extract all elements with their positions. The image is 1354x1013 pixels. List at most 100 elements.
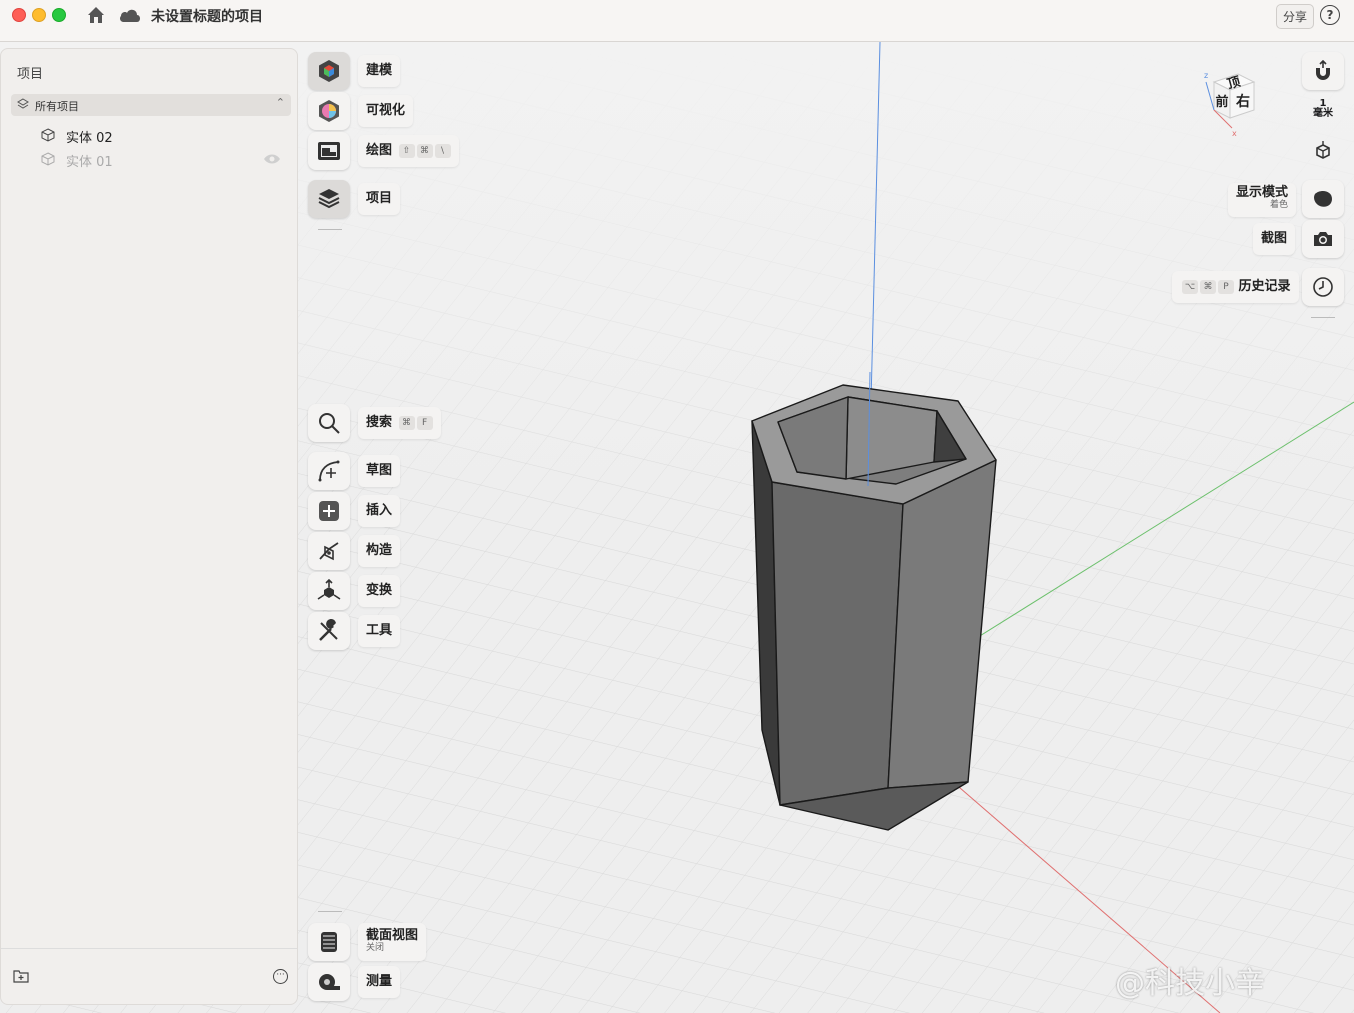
cube-icon <box>41 128 55 142</box>
tree-item-solid-01[interactable]: 实体 01 <box>39 149 289 170</box>
solid-model <box>751 384 997 831</box>
shortcut-key: \ <box>434 143 451 158</box>
measure-button[interactable] <box>308 963 350 1001</box>
share-button[interactable]: 分享 <box>1276 4 1315 29</box>
search-label-text: 搜索 <box>366 415 393 430</box>
visualize-button[interactable] <box>308 92 350 130</box>
display-mode-value: 着色 <box>1270 200 1289 210</box>
snap-button[interactable] <box>1302 52 1344 90</box>
sidebar-title: 项目 <box>17 67 44 82</box>
tree-item-label: 实体 02 <box>66 131 113 146</box>
tree-item-label: 实体 01 <box>66 155 113 170</box>
right-toolbar-divider <box>1311 317 1335 318</box>
tools-button[interactable] <box>308 612 350 650</box>
insert-button[interactable] <box>308 492 350 530</box>
view-cube[interactable]: 顶 前 右 z x <box>1196 68 1260 140</box>
toolbar-divider <box>318 229 342 230</box>
sidebar-divider <box>1 948 297 949</box>
shortcut-key: ⌥ <box>1182 279 1198 294</box>
sketch-button[interactable] <box>308 452 350 490</box>
project-sidebar: 项目 所有项目 ⌃ 实体 02 实体 01 ··· <box>0 48 298 1005</box>
modeling-icon <box>319 60 339 82</box>
history-label[interactable]: ⌥ ⌘ P 历史记录 <box>1172 271 1299 303</box>
toolbar-divider <box>318 911 342 912</box>
transform-icon <box>317 579 341 600</box>
drawing-icon <box>318 142 340 160</box>
visualize-icon <box>319 100 339 122</box>
sketch-label[interactable]: 草图 <box>358 455 401 487</box>
unit-display: 1 毫米 <box>1302 99 1344 119</box>
more-options-icon[interactable]: ··· <box>273 969 288 984</box>
view-orientation-button[interactable] <box>1302 132 1344 170</box>
scope-label: 所有项目 <box>35 100 79 113</box>
visualize-label[interactable]: 可视化 <box>358 95 414 127</box>
unit-name: 毫米 <box>1313 108 1333 119</box>
screenshot-button[interactable] <box>1302 220 1344 258</box>
sketch-icon <box>318 460 340 482</box>
section-view-button[interactable] <box>308 923 350 961</box>
scope-select[interactable]: 所有项目 ⌃ <box>11 94 291 116</box>
title-bar: 未设置标题的项目 分享 ? <box>0 0 1354 42</box>
magnet-icon <box>1316 60 1330 80</box>
unit-button[interactable]: 1 毫米 <box>1302 92 1344 130</box>
watermark: @科技小辛 <box>1115 966 1265 1001</box>
help-icon[interactable]: ? <box>1320 5 1340 25</box>
drawing-label[interactable]: 绘图 ⇧ ⌘ \ <box>358 135 459 167</box>
display-mode-button[interactable] <box>1302 180 1344 218</box>
maximize-window-button[interactable] <box>52 8 66 22</box>
transform-label[interactable]: 变换 <box>358 575 401 607</box>
cube-axis-icon <box>1316 141 1330 159</box>
add-folder-icon[interactable] <box>13 969 29 983</box>
construct-button[interactable] <box>308 532 350 570</box>
shortcut-key: ⌘ <box>416 143 433 158</box>
cloud-icon <box>120 9 140 22</box>
section-view-icon <box>321 932 337 952</box>
close-window-button[interactable] <box>12 8 26 22</box>
project-label[interactable]: 项目 <box>358 183 401 215</box>
shortcut-key: ⌘ <box>398 415 415 430</box>
section-view-label[interactable]: 截面视图 关闭 <box>358 923 427 961</box>
home-icon[interactable] <box>86 5 106 25</box>
construct-icon <box>319 542 339 561</box>
tools-label[interactable]: 工具 <box>358 615 401 647</box>
construct-label[interactable]: 构造 <box>358 535 401 567</box>
history-button[interactable] <box>1302 268 1344 306</box>
project-title[interactable]: 未设置标题的项目 <box>151 6 263 26</box>
drawing-button[interactable] <box>308 132 350 170</box>
svg-text:z: z <box>1204 71 1208 80</box>
section-view-state: 关闭 <box>366 943 385 953</box>
shaded-sphere-icon <box>1314 191 1332 207</box>
tape-measure-icon <box>319 974 340 990</box>
search-button[interactable] <box>308 404 350 442</box>
shortcut-key: ⇧ <box>398 143 415 158</box>
display-mode-text: 显示模式 <box>1236 185 1289 200</box>
eye-hidden-icon[interactable] <box>263 153 281 165</box>
tree-item-solid-02[interactable]: 实体 02 <box>39 125 289 146</box>
plus-square-icon <box>319 501 339 521</box>
chevron-updown-icon: ⌃ <box>275 96 285 109</box>
transform-button[interactable] <box>308 572 350 610</box>
search-icon <box>319 413 340 434</box>
project-button[interactable] <box>308 180 350 218</box>
search-label[interactable]: 搜索 ⌘ F <box>358 407 441 439</box>
shortcut-key: F <box>416 415 433 430</box>
insert-label[interactable]: 插入 <box>358 495 401 527</box>
modeling-button[interactable] <box>308 52 350 90</box>
shortcut-key: ⌘ <box>1200 279 1216 294</box>
modeling-label[interactable]: 建模 <box>358 55 401 87</box>
history-label-text: 历史记录 <box>1238 279 1291 294</box>
screenshot-label[interactable]: 截图 <box>1253 223 1296 255</box>
section-view-text: 截面视图 <box>366 928 419 943</box>
svg-text:x: x <box>1232 129 1237 138</box>
cube-icon <box>41 152 55 166</box>
measure-label[interactable]: 测量 <box>358 966 401 998</box>
drawing-label-text: 绘图 <box>366 143 393 158</box>
view-cube-right: 右 <box>1235 93 1250 110</box>
view-cube-front: 前 <box>1215 94 1228 110</box>
minimize-window-button[interactable] <box>32 8 46 22</box>
layers-icon <box>318 189 340 209</box>
layers-icon <box>17 98 29 109</box>
wrench-icon <box>319 619 338 641</box>
clock-icon <box>1313 277 1333 297</box>
display-mode-label[interactable]: 显示模式 着色 <box>1228 183 1297 217</box>
